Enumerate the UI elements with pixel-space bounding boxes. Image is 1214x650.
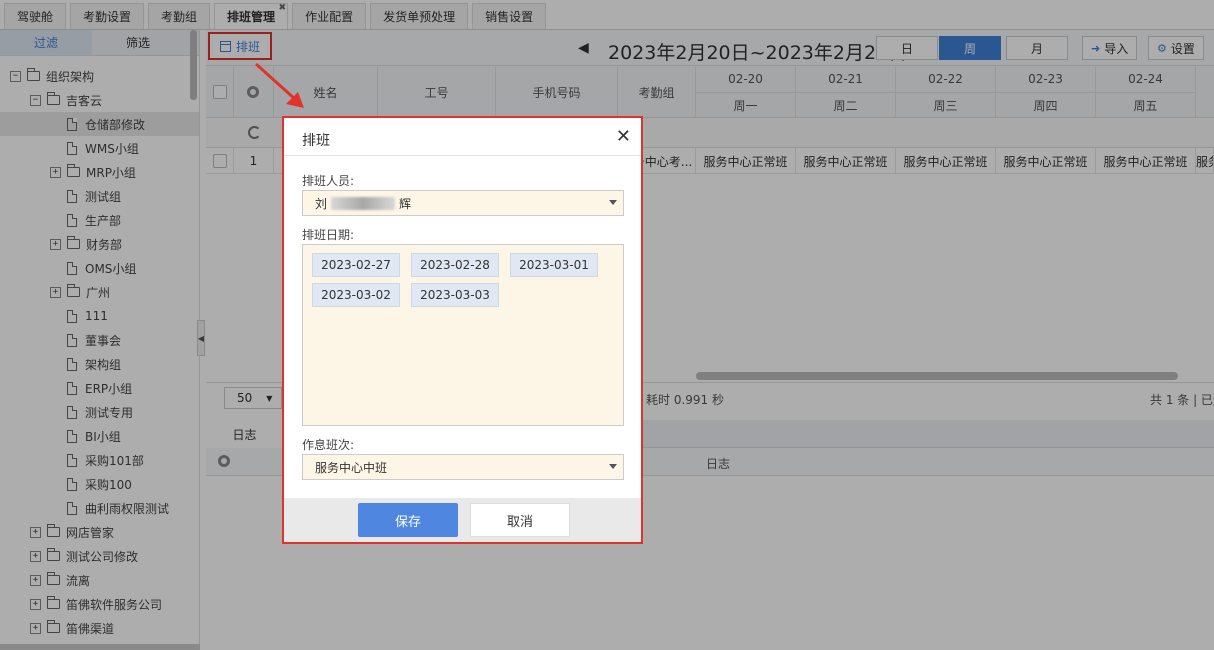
date-chip[interactable]: 2023-02-28	[411, 253, 499, 277]
rest-shift-label: 作息班次:	[302, 438, 355, 452]
staff-name-prefix: 刘	[315, 196, 328, 211]
staff-name-suffix: 辉	[399, 196, 412, 211]
date-chip[interactable]: 2023-03-02	[312, 283, 400, 307]
date-chip[interactable]: 2023-03-03	[411, 283, 499, 307]
chevron-down-icon	[609, 200, 617, 205]
rest-shift-value: 服务中心中班	[315, 460, 388, 475]
staff-label: 排班人员:	[302, 174, 355, 188]
date-label: 排班日期:	[302, 228, 355, 242]
date-picker-box[interactable]: 2023-02-27 2023-02-28 2023-03-01 2023-03…	[302, 244, 624, 426]
dialog-footer: 保存 取消	[284, 498, 641, 542]
date-chip[interactable]: 2023-03-01	[510, 253, 598, 277]
redacted-name	[331, 196, 396, 210]
dialog-header: 排班 ✕	[284, 118, 641, 156]
rest-shift-select[interactable]: 服务中心中班	[302, 454, 624, 480]
schedule-dialog: 排班 ✕ 排班人员: 刘辉 排班日期: 2023-02-27 2023-02-2…	[282, 116, 643, 544]
staff-select[interactable]: 刘辉	[302, 190, 624, 216]
date-chip[interactable]: 2023-02-27	[312, 253, 400, 277]
dialog-title: 排班	[302, 133, 330, 149]
close-icon[interactable]: ✕	[616, 126, 631, 147]
chevron-down-icon	[609, 464, 617, 469]
save-button[interactable]: 保存	[358, 503, 458, 537]
cancel-button[interactable]: 取消	[470, 503, 570, 537]
